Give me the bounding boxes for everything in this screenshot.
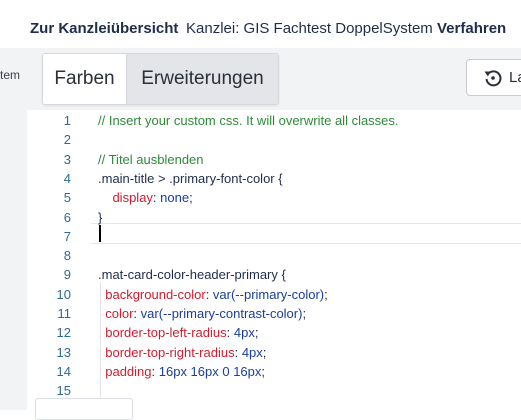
code-line: background-color: var(--primary-color);	[98, 287, 328, 302]
code-token-prop: border-top-left-radius	[105, 325, 227, 341]
code-line: border-top-right-radius: 4px;	[98, 345, 266, 360]
reset-button[interactable]: La	[466, 59, 521, 96]
css-code-editor[interactable]: 1 2 3 4 5 6 7 8 9 10 11 12 13 14 15 // Insert your cus…	[27, 110, 521, 410]
code-token-punc	[98, 190, 112, 205]
code-token-punc: ;	[302, 306, 307, 321]
code-token-val: var(--primary-color)	[212, 286, 325, 302]
code-token-sel: .main-title > .primary-font-color {	[98, 170, 283, 186]
code-token-val: none	[160, 190, 190, 206]
tab-group: Farben Erweiterungen	[42, 53, 279, 105]
code-token-val: 4px	[233, 325, 255, 341]
line-number: 1	[63, 113, 71, 128]
line-number: 6	[63, 209, 71, 225]
code-token-sel: }	[98, 209, 103, 225]
line-number: 7	[63, 228, 71, 244]
code-token-punc: ;	[324, 286, 328, 302]
code-line: // Titel ausblenden	[98, 152, 204, 167]
line-number: 4	[63, 170, 71, 186]
tab-farben[interactable]: Farben	[43, 54, 127, 104]
line-number: 10	[56, 286, 71, 302]
verfahren-breadcrumb[interactable]: Verfahren	[437, 20, 506, 37]
code-token-punc: ;	[262, 344, 267, 360]
code-token-punc: :	[234, 344, 242, 360]
line-number: 11	[57, 306, 72, 321]
code-line: .mat-card-color-header-primary {	[98, 267, 286, 282]
code-token-punc: :	[151, 363, 159, 379]
code-token-sel: .mat-card-color-header-primary {	[98, 267, 286, 283]
line-number: 8	[63, 248, 71, 264]
line-number: 12	[56, 325, 71, 341]
code-line: // Insert your custom css. It will overw…	[98, 113, 399, 128]
code-token-val: 4px	[241, 344, 263, 360]
code-token-punc: ;	[261, 363, 266, 379]
reset-icon	[484, 70, 502, 87]
bottom-partial-box	[35, 398, 133, 420]
line-number: 9	[63, 267, 71, 283]
left-panel-label[interactable]: stem	[0, 68, 20, 82]
line-number: 2	[63, 132, 71, 148]
code-line: border-top-left-radius: 4px;	[98, 325, 258, 340]
tab-erweiterungen[interactable]: Erweiterungen	[127, 54, 278, 104]
code-token-punc: ;	[254, 325, 259, 341]
code-token-prop: background-color	[105, 286, 206, 302]
code-token-punc: :	[205, 286, 213, 302]
code-token-comment: // Insert your custom css. It will overw…	[98, 113, 399, 128]
kanzlei-breadcrumb[interactable]: Kanzlei: GIS Fachtest DoppelSystem	[186, 20, 433, 37]
code-line: .main-title > .primary-font-color {	[98, 171, 283, 186]
code-token-punc: ;	[189, 190, 193, 206]
line-number: 15	[56, 383, 71, 399]
code-line: padding: 16px 16px 0 16px;	[98, 364, 265, 379]
line-number: 13	[56, 344, 71, 360]
code-line: color: var(--primary-contrast-color);	[98, 306, 306, 321]
code-token-prop: display	[112, 190, 153, 206]
code-token-comment: // Titel ausblenden	[98, 151, 204, 167]
left-side-panel: stem	[0, 48, 27, 410]
header-bar: Zur Kanzleiübersicht Kanzlei: GIS Fachte…	[0, 0, 521, 48]
code-token-val: 16px 16px 0 16px	[158, 363, 262, 379]
line-number: 14	[56, 363, 71, 379]
back-to-overview-link[interactable]: Zur Kanzleiübersicht	[30, 20, 178, 37]
code-token-punc: :	[226, 325, 234, 341]
text-cursor	[99, 225, 101, 242]
code-token-prop: padding	[105, 363, 152, 379]
reset-button-label: La	[509, 69, 521, 86]
code-line: display: none;	[98, 190, 193, 206]
code-token-val: var(--primary-contrast-color)	[140, 306, 303, 321]
line-number: 3	[63, 151, 71, 167]
line-number: 5	[63, 190, 71, 206]
code-token-prop: border-top-right-radius	[105, 344, 235, 360]
code-token-prop: color	[105, 306, 134, 321]
line-number-gutter: 1 2 3 4 5 6 7 8 9 10 11 12 13 14 15	[27, 110, 89, 410]
code-token-punc: :	[133, 306, 141, 321]
active-line-highlight	[91, 223, 521, 244]
code-line: }	[98, 210, 102, 225]
